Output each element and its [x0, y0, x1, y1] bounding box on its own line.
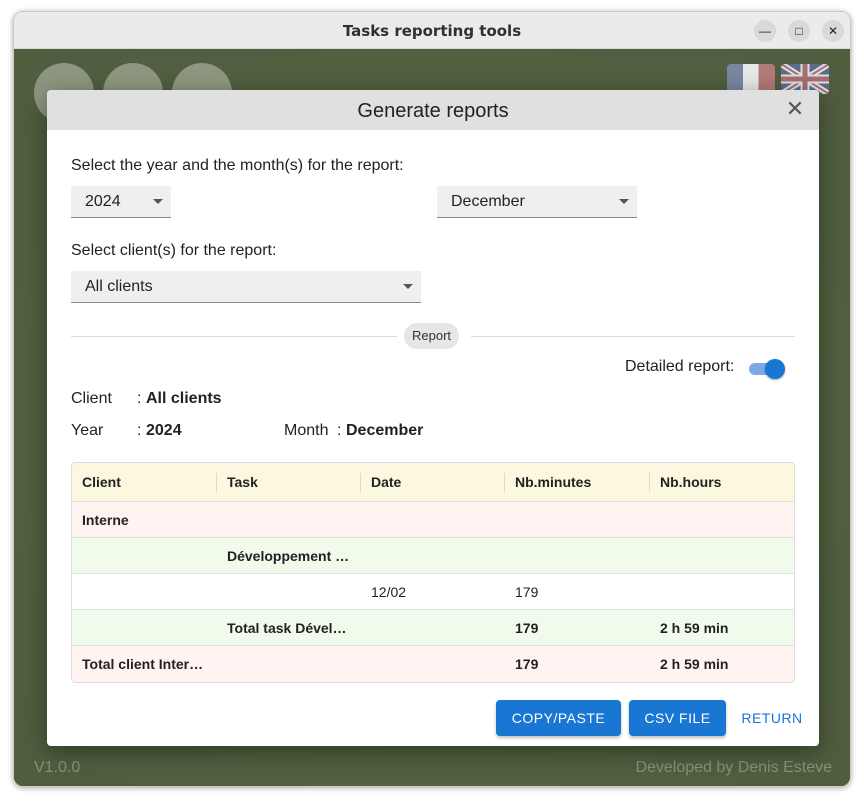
- summary-client-value: All clients: [146, 390, 222, 407]
- window-title: Tasks reporting tools: [342, 22, 522, 40]
- table-row-client: Interne: [72, 502, 794, 538]
- summary-month-colon: :: [337, 422, 342, 439]
- table-cell: 179: [515, 619, 539, 636]
- close-window-button[interactable]: ✕: [822, 20, 844, 42]
- table-cell: [650, 538, 794, 573]
- summary-year-key: Year: [71, 422, 104, 439]
- table-cell: [361, 610, 505, 645]
- table-cell: [361, 502, 505, 537]
- table-row-task-total: Total task Dével… 179 2 h 59 min: [72, 610, 794, 646]
- table-cell: Développement …: [227, 547, 350, 564]
- client-select-value: All clients: [85, 278, 153, 295]
- report-table: Client Task Date Nb.minutes Nb.hours Int…: [71, 462, 795, 683]
- chevron-down-icon: [619, 199, 629, 204]
- table-cell: [361, 538, 505, 573]
- minimize-button[interactable]: —: [754, 20, 776, 42]
- column-header-task[interactable]: Task: [217, 463, 361, 501]
- table-row-task: Développement …: [72, 538, 794, 574]
- year-month-label: Select the year and the month(s) for the…: [71, 157, 404, 174]
- month-select-value: December: [451, 193, 525, 210]
- table-cell: 2 h 59 min: [660, 656, 729, 672]
- copy-paste-button[interactable]: COPY/PASTE: [496, 700, 621, 736]
- summary-client-key: Client: [71, 390, 112, 407]
- developer-credit: Developed by Denis Esteve: [635, 759, 832, 776]
- generate-reports-dialog: Generate reports ✕ Select the year and t…: [47, 90, 819, 746]
- dialog-title: Generate reports: [357, 100, 509, 122]
- chevron-down-icon: [153, 199, 163, 204]
- table-cell: 12/02: [371, 583, 407, 600]
- table-row-detail: 12/02 179: [72, 574, 794, 610]
- table-cell: [361, 646, 505, 682]
- table-cell: [217, 502, 361, 537]
- detailed-report-toggle[interactable]: [749, 359, 785, 379]
- year-select[interactable]: 2024: [71, 186, 171, 218]
- column-header-client[interactable]: Client: [72, 463, 217, 501]
- client-select[interactable]: All clients: [71, 271, 421, 303]
- summary-client-colon: :: [137, 390, 142, 407]
- table-cell: [217, 574, 361, 609]
- version-label: V1.0.0: [34, 759, 81, 776]
- table-cell: [650, 574, 794, 609]
- table-cell: Total client Inter…: [82, 656, 204, 672]
- table-cell: [505, 538, 650, 573]
- table-row-client-total: Total client Inter… 179 2 h 59 min: [72, 646, 794, 682]
- summary-month-value: December: [346, 422, 424, 439]
- summary-month-key: Month: [284, 422, 329, 439]
- dialog-header: Generate reports ✕: [47, 90, 819, 130]
- maximize-button[interactable]: □: [788, 20, 810, 42]
- summary-year-value: 2024: [146, 422, 182, 439]
- toggle-knob: [765, 359, 785, 379]
- summary-year-colon: :: [137, 422, 142, 439]
- table-cell: 179: [515, 656, 539, 672]
- table-cell: [505, 502, 650, 537]
- csv-file-button[interactable]: CSV FILE: [629, 700, 726, 736]
- table-cell: 2 h 59 min: [660, 619, 729, 636]
- year-select-value: 2024: [85, 193, 121, 210]
- close-icon[interactable]: ✕: [785, 98, 805, 120]
- divider-left: [71, 336, 397, 337]
- table-cell: 179: [515, 583, 539, 600]
- detailed-report-label: Detailed report:: [625, 358, 735, 375]
- divider-right: [471, 336, 795, 337]
- table-cell: [650, 502, 794, 537]
- report-chip: Report: [404, 323, 460, 349]
- table-cell: [72, 574, 217, 609]
- column-header-minutes[interactable]: Nb.minutes: [505, 463, 650, 501]
- title-bar: Tasks reporting tools — □ ✕: [14, 12, 850, 49]
- table-cell: Interne: [82, 511, 129, 528]
- app-window: Tasks reporting tools — □ ✕ V1.0.0 Devel…: [13, 11, 851, 787]
- table-header-row: Client Task Date Nb.minutes Nb.hours: [72, 463, 794, 502]
- table-cell: [72, 538, 217, 573]
- column-header-date[interactable]: Date: [361, 463, 505, 501]
- table-cell: [217, 646, 361, 682]
- column-header-hours[interactable]: Nb.hours: [650, 463, 794, 501]
- chevron-down-icon: [403, 284, 413, 289]
- table-cell: Total task Dével…: [227, 619, 347, 636]
- month-select[interactable]: December: [437, 186, 637, 218]
- client-label: Select client(s) for the report:: [71, 242, 277, 259]
- return-button[interactable]: RETURN: [736, 700, 808, 736]
- table-cell: [72, 610, 217, 645]
